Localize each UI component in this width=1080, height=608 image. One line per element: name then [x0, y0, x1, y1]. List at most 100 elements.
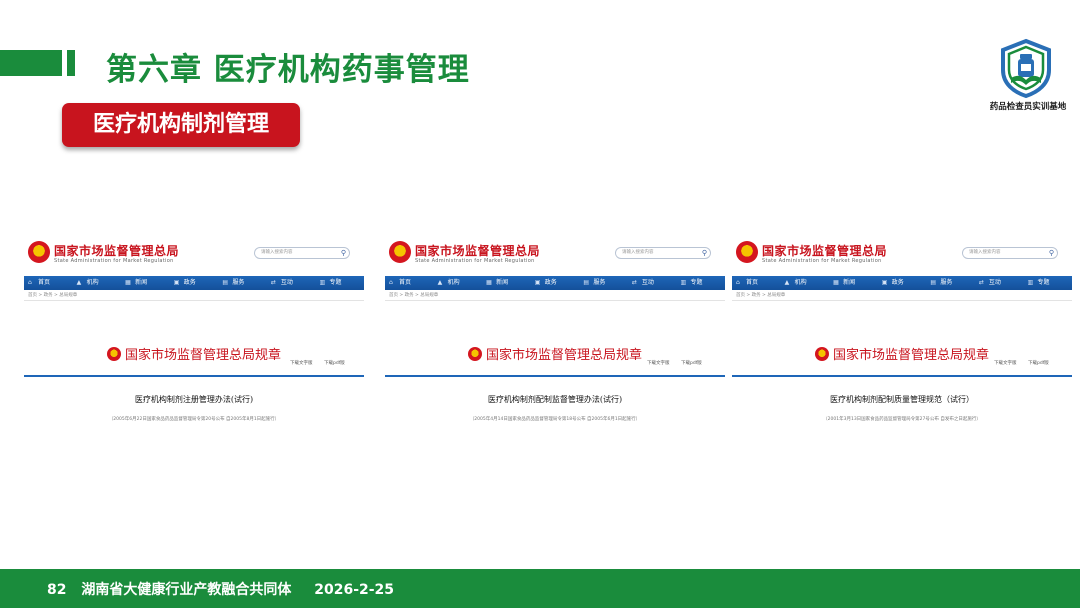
nav-label: 政务	[183, 279, 196, 286]
download-text-link[interactable]: 下载文字版	[994, 360, 1017, 366]
divider	[732, 375, 1072, 377]
rule-heading-text: 国家市场监督管理总局规章	[832, 348, 989, 363]
nav-label: 首页	[746, 279, 759, 286]
interact-icon: ⇄	[631, 279, 637, 286]
page-number: 82	[47, 582, 67, 598]
nav-label: 新闻	[496, 279, 509, 286]
nav-item-service[interactable]: ▤ 服务	[579, 276, 628, 290]
doc-title: 医疗机构制剂配制监督管理办法(试行)	[487, 395, 623, 404]
nav-item-news[interactable]: ▦ 新闻	[482, 276, 531, 290]
rule-heading: 国家市场监督管理总局规章	[24, 344, 364, 363]
footer-date: 2026-2-25	[314, 582, 395, 598]
nav-label: 机构	[794, 279, 807, 286]
logo-text: 药品检查员实训基地	[989, 102, 1067, 112]
footer-text: 82 湖南省大健康行业产教融合共同体 2026-2-25	[47, 579, 404, 599]
site-name-en: State Administration for Market Regulati…	[54, 258, 174, 264]
national-emblem-icon	[467, 347, 482, 361]
base-logo: 药品检查员实训基地	[978, 38, 1078, 116]
topic-icon: ▥	[680, 279, 687, 286]
download-pdf-link[interactable]: 下载pdf版	[324, 360, 345, 366]
nav-label: 机构	[86, 279, 99, 286]
nav-item-home[interactable]: ⌂ 首页	[24, 276, 73, 290]
search-icon[interactable]: ⚲	[341, 249, 346, 257]
nav-item-gov[interactable]: ▣ 政务	[878, 276, 927, 290]
screenshot-card-2: 国家市场监督管理总局 State Administration for Mark…	[385, 236, 725, 432]
download-pdf-link[interactable]: 下载pdf版	[1028, 360, 1049, 366]
search-input[interactable]: 请输入搜索内容 ⚲	[615, 247, 711, 259]
service-icon: ▤	[222, 279, 228, 286]
building-icon: ▲	[784, 279, 790, 286]
nav-item-gov[interactable]: ▣ 政务	[531, 276, 580, 290]
download-pdf-link[interactable]: 下载pdf版	[681, 360, 702, 366]
nav-item-topic[interactable]: ▥ 专题	[315, 276, 364, 290]
divider	[24, 300, 364, 301]
nav-label: 服务	[232, 279, 245, 286]
service-icon: ▤	[930, 279, 936, 286]
nav-item-topic[interactable]: ▥ 专题	[676, 276, 725, 290]
doc-subtitle: （2005年4月14日国家食品药品监督管理局令第18号公布 自2005年6月1日…	[469, 417, 641, 422]
home-icon: ⌂	[736, 279, 740, 286]
gov-icon: ▣	[534, 279, 541, 286]
nav-item-topic[interactable]: ▥ 专题	[1023, 276, 1072, 290]
header-accent-bar-small	[67, 50, 75, 76]
nav-item-gov[interactable]: ▣ 政务	[170, 276, 219, 290]
national-emblem-icon	[28, 241, 50, 263]
nav-label: 专题	[690, 279, 703, 286]
site-name-en: State Administration for Market Regulati…	[762, 258, 882, 264]
nav-item-service[interactable]: ▤ 服务	[926, 276, 975, 290]
nav-label: 互动	[988, 279, 1001, 286]
main-nav: ⌂ 首页 ▲ 机构 ▦ 新闻 ▣ 政务 ▤ 服务 ⇄ 互动 ▥ 专题	[385, 276, 725, 290]
interact-icon: ⇄	[978, 279, 984, 286]
nav-label: 互动	[280, 279, 293, 286]
nav-item-news[interactable]: ▦ 新闻	[121, 276, 170, 290]
nav-label: 政务	[891, 279, 904, 286]
site-name: 国家市场监督管理总局	[54, 244, 180, 258]
doc-subtitle: （2001年3月13日国家食品药品监督管理局令第27号公布 自发布之日起施行）	[823, 417, 981, 422]
service-icon: ▤	[583, 279, 589, 286]
home-icon: ⌂	[28, 279, 32, 286]
search-placeholder: 请输入搜索内容	[622, 250, 654, 255]
news-icon: ▦	[486, 279, 492, 286]
nav-item-interact[interactable]: ⇄ 互动	[975, 276, 1024, 290]
nav-item-service[interactable]: ▤ 服务	[218, 276, 267, 290]
footer: 82 湖南省大健康行业产教融合共同体 2026-2-25	[0, 569, 1080, 608]
header-accent-bar	[0, 50, 62, 76]
search-icon[interactable]: ⚲	[702, 249, 707, 257]
divider	[385, 300, 725, 301]
national-emblem-icon	[106, 347, 121, 361]
news-icon: ▦	[833, 279, 839, 286]
chapter-title: 第六章 医疗机构药事管理	[106, 52, 470, 88]
nav-label: 政务	[544, 279, 557, 286]
footer-org: 湖南省大健康行业产教融合共同体	[81, 582, 292, 598]
nav-item-interact[interactable]: ⇄ 互动	[267, 276, 316, 290]
search-input[interactable]: 请输入搜索内容 ⚲	[962, 247, 1058, 259]
nav-item-home[interactable]: ⌂ 首页	[385, 276, 434, 290]
site-header: 国家市场监督管理总局 State Administration for Mark…	[732, 236, 1072, 276]
rule-heading: 国家市场监督管理总局规章	[385, 344, 725, 363]
search-icon[interactable]: ⚲	[1049, 249, 1054, 257]
nav-item-org[interactable]: ▲ 机构	[781, 276, 830, 290]
download-text-link[interactable]: 下载文字版	[290, 360, 313, 366]
search-input[interactable]: 请输入搜索内容 ⚲	[254, 247, 350, 259]
breadcrumb: 首页 > 政务 > 总局规章	[28, 293, 78, 298]
nav-label: 服务	[940, 279, 953, 286]
national-emblem-icon	[389, 241, 411, 263]
rule-heading-text: 国家市场监督管理总局规章	[124, 348, 281, 363]
breadcrumb: 首页 > 政务 > 总局规章	[389, 293, 439, 298]
nav-item-interact[interactable]: ⇄ 互动	[628, 276, 677, 290]
nav-item-news[interactable]: ▦ 新闻	[829, 276, 878, 290]
nav-label: 首页	[38, 279, 51, 286]
download-text-link[interactable]: 下载文字版	[647, 360, 670, 366]
nav-item-home[interactable]: ⌂ 首页	[732, 276, 781, 290]
site-header: 国家市场监督管理总局 State Administration for Mark…	[385, 236, 725, 276]
main-nav: ⌂ 首页 ▲ 机构 ▦ 新闻 ▣ 政务 ▤ 服务 ⇄ 互动 ▥ 专题	[732, 276, 1072, 290]
nav-item-org[interactable]: ▲ 机构	[73, 276, 122, 290]
building-icon: ▲	[76, 279, 82, 286]
divider	[385, 375, 725, 377]
shield-icon	[1001, 38, 1051, 98]
nav-item-org[interactable]: ▲ 机构	[434, 276, 483, 290]
national-emblem-icon	[814, 347, 829, 361]
rule-heading-text: 国家市场监督管理总局规章	[485, 348, 642, 363]
nav-label: 首页	[399, 279, 412, 286]
national-emblem-icon	[736, 241, 758, 263]
